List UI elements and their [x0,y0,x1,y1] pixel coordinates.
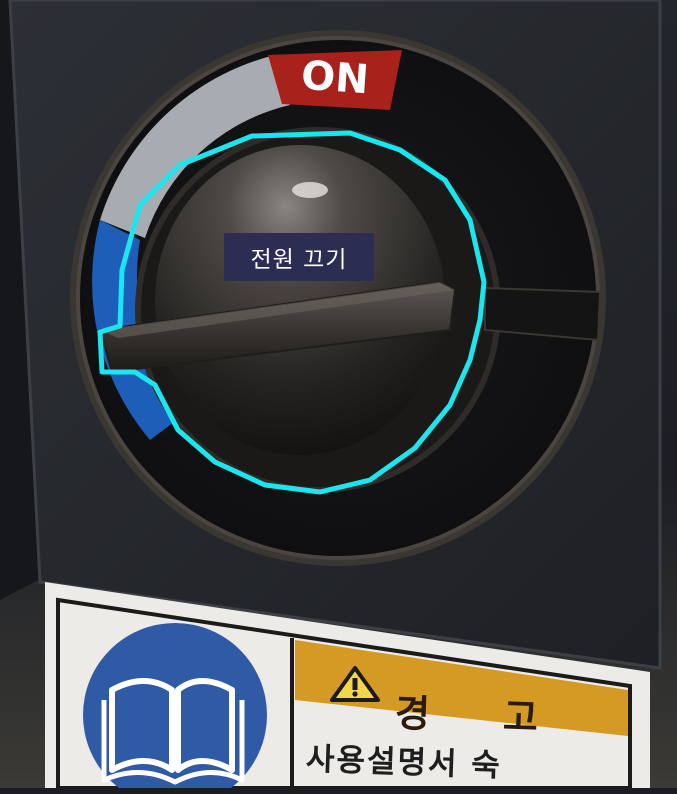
on-label: ON [299,52,371,104]
warning-body-text: 사용설명서 숙 [305,740,503,784]
knob-highlight [292,182,328,198]
power-off-tooltip: 전원 끄기 [224,233,374,281]
scene [0,0,677,788]
dial-indicator-mark [484,286,602,342]
